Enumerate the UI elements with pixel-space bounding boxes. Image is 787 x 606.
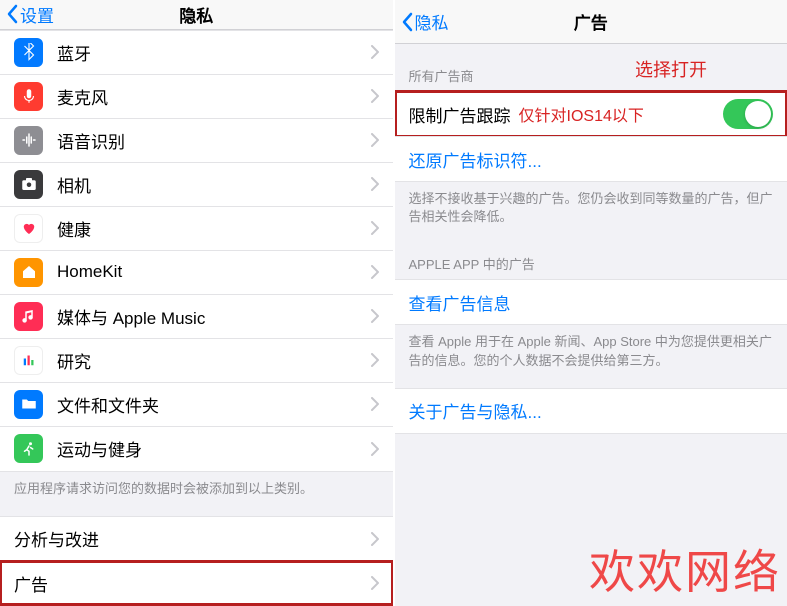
row-bluetooth[interactable]: 蓝牙 — [0, 31, 393, 75]
chevron-right-icon — [371, 397, 379, 411]
view-ad-info-link[interactable]: 查看广告信息 — [395, 280, 787, 324]
row-homekit[interactable]: HomeKit — [0, 251, 393, 295]
back-label: 隐私 — [415, 9, 449, 34]
annotation-open: 选择打开 — [635, 56, 707, 82]
limit-ad-tracking-row[interactable]: 限制广告跟踪 仅针对IOS14以下 — [395, 91, 787, 137]
row-label: 媒体与 Apple Music — [57, 304, 371, 329]
research-icon — [14, 346, 43, 375]
advertising-settings-screen: 隐私 广告 选择打开 所有广告商 限制广告跟踪 仅针对IOS14以下 还原广告标… — [395, 0, 787, 606]
annotation-ios14: 仅针对IOS14以下 — [519, 102, 724, 126]
section-header-all-advertisers: 所有广告商 — [395, 44, 787, 91]
privacy-footer-note: 应用程序请求访问您的数据时会被添加到以上类别。 — [0, 472, 393, 516]
camera-icon — [14, 170, 43, 199]
chevron-right-icon — [371, 133, 379, 147]
view-ad-info-list: 查看广告信息 — [395, 279, 787, 325]
chevron-left-icon — [6, 4, 18, 24]
row-label: 语音识别 — [57, 128, 371, 153]
about-ads-privacy-link[interactable]: 关于广告与隐私... — [395, 389, 787, 433]
section-header-apple-ads: APPLE APP 中的广告 — [395, 244, 787, 279]
row-label: 麦克风 — [57, 84, 371, 109]
chevron-right-icon — [371, 532, 379, 546]
back-label: 设置 — [20, 2, 54, 27]
chevron-right-icon — [371, 221, 379, 235]
navbar-right: 隐私 广告 — [395, 0, 787, 44]
music-icon — [14, 302, 43, 331]
page-title-left: 隐私 — [0, 2, 393, 27]
section2-footer: 查看 Apple 用于在 Apple 新闻、App Store 中为您提供更相关… — [395, 325, 787, 387]
chevron-right-icon — [371, 89, 379, 103]
row-camera[interactable]: 相机 — [0, 163, 393, 207]
privacy-list-2: 分析与改进 广告 — [0, 516, 393, 606]
row-label: 蓝牙 — [57, 40, 371, 65]
row-motion[interactable]: 运动与健身 — [0, 427, 393, 471]
link-label: 查看广告信息 — [409, 290, 774, 315]
privacy-list: 蓝牙 麦克风 语音识别 相机 健康 — [0, 30, 393, 472]
limit-ad-tracking-toggle[interactable] — [723, 99, 773, 129]
row-health[interactable]: 健康 — [0, 207, 393, 251]
row-label: 文件和文件夹 — [57, 392, 371, 417]
chevron-right-icon — [371, 353, 379, 367]
chevron-right-icon — [371, 177, 379, 191]
navbar-left: 设置 隐私 — [0, 0, 393, 30]
chevron-right-icon — [371, 442, 379, 456]
back-button-settings[interactable]: 设置 — [0, 2, 54, 27]
row-analytics[interactable]: 分析与改进 — [0, 517, 393, 561]
reset-ad-id-link[interactable]: 还原广告标识符... — [395, 137, 787, 181]
link-label: 关于广告与隐私... — [409, 398, 774, 423]
row-label: 运动与健身 — [57, 436, 371, 461]
row-label: 健康 — [57, 216, 371, 241]
speech-icon — [14, 126, 43, 155]
chevron-right-icon — [371, 309, 379, 323]
bluetooth-icon — [14, 38, 43, 67]
toggle-label: 限制广告跟踪 — [409, 102, 511, 127]
back-button-privacy[interactable]: 隐私 — [395, 9, 449, 34]
homekit-icon — [14, 258, 43, 287]
chevron-left-icon — [401, 12, 413, 32]
folder-icon — [14, 390, 43, 419]
row-label: 相机 — [57, 172, 371, 197]
chevron-right-icon — [371, 45, 379, 59]
row-advertising[interactable]: 广告 — [0, 561, 393, 605]
row-research[interactable]: 研究 — [0, 339, 393, 383]
row-speech[interactable]: 语音识别 — [0, 119, 393, 163]
reset-id-list: 还原广告标识符... — [395, 136, 787, 182]
row-label: 研究 — [57, 348, 371, 373]
about-ads-list: 关于广告与隐私... — [395, 388, 787, 434]
row-media[interactable]: 媒体与 Apple Music — [0, 295, 393, 339]
motion-icon — [14, 434, 43, 463]
privacy-settings-screen: 设置 隐私 蓝牙 麦克风 语音识别 相机 — [0, 0, 395, 606]
link-label: 还原广告标识符... — [409, 147, 774, 172]
page-title-right: 广告 — [395, 9, 787, 34]
row-label: 分析与改进 — [14, 526, 371, 551]
microphone-icon — [14, 82, 43, 111]
section1-footer: 选择不接收基于兴趣的广告。您仍会收到同等数量的广告，但广告相关性会降低。 — [395, 182, 787, 244]
chevron-right-icon — [371, 576, 379, 590]
row-files[interactable]: 文件和文件夹 — [0, 383, 393, 427]
chevron-right-icon — [371, 265, 379, 279]
health-icon — [14, 214, 43, 243]
row-label: HomeKit — [57, 262, 371, 282]
row-microphone[interactable]: 麦克风 — [0, 75, 393, 119]
row-label: 广告 — [14, 571, 371, 596]
